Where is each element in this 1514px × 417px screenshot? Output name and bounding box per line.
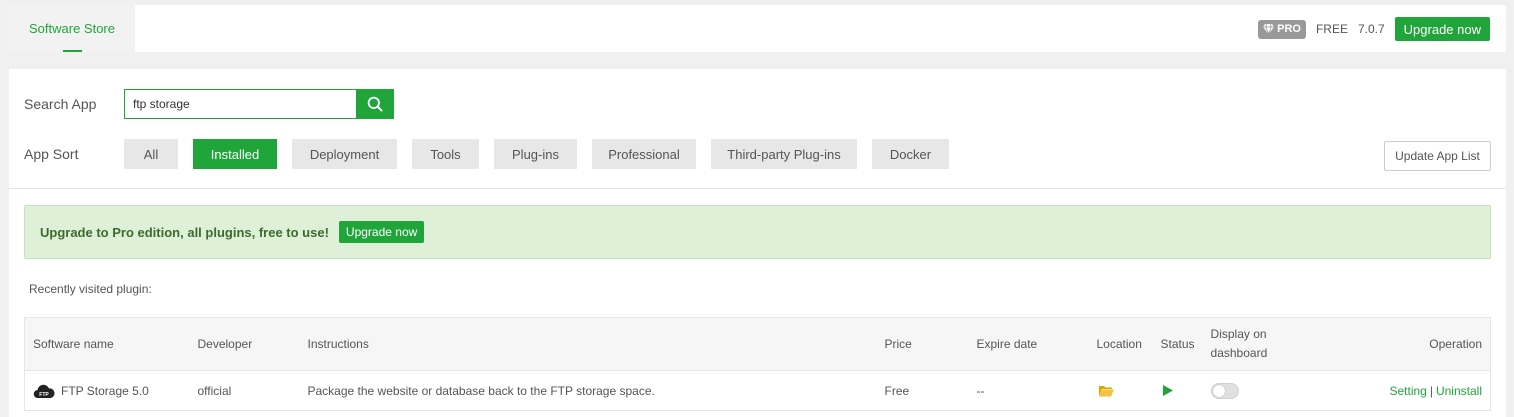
operation-separator: | <box>1429 383 1433 398</box>
table-row: FTP FTP Storage 5.0 official Package the… <box>24 370 1491 411</box>
search-box <box>124 89 394 119</box>
sort-plug-ins[interactable]: Plug-ins <box>494 139 577 169</box>
version-label: 7.0.7 <box>1357 22 1385 36</box>
setting-link[interactable]: Setting <box>1389 384 1426 398</box>
app-sort-label: App Sort <box>24 146 79 162</box>
top-bar: Software Store PRO FREE 7.0.7 Upgrade no… <box>9 5 1506 52</box>
col-instructions: Instructions <box>299 317 877 371</box>
operation-cell: Setting | Uninstall <box>1322 370 1491 411</box>
play-icon <box>1162 385 1173 396</box>
tab-software-store[interactable]: Software Store <box>9 5 135 52</box>
software-name: FTP Storage 5.0 <box>61 383 149 398</box>
instructions-cell: Package the website or database back to … <box>299 370 877 411</box>
dashboard-cell <box>1202 370 1323 411</box>
ftp-icon-text: FTP <box>39 392 49 398</box>
developer-cell: official <box>189 370 300 411</box>
software-name-cell: FTP FTP Storage 5.0 <box>24 370 190 411</box>
sort-all[interactable]: All <box>124 139 178 169</box>
main-panel: Search App App Sort All Installed Deploy… <box>9 69 1506 417</box>
ftp-cloud-icon: FTP <box>33 384 55 398</box>
uninstall-link[interactable]: Uninstall <box>1436 384 1482 398</box>
edition-info: PRO FREE 7.0.7 Upgrade now <box>1258 17 1490 41</box>
search-app-label: Search App <box>24 96 97 112</box>
col-expire-date[interactable]: Expire date <box>968 317 1089 371</box>
sort-professional[interactable]: Professional <box>592 139 696 169</box>
price-cell: Free <box>876 370 969 411</box>
col-status: Status <box>1152 317 1203 371</box>
divider <box>9 188 1506 189</box>
folder-icon[interactable] <box>1098 385 1114 397</box>
sort-deployment[interactable]: Deployment <box>292 139 397 169</box>
col-location: Location <box>1088 317 1153 371</box>
promo-upgrade-button[interactable]: Upgrade now <box>338 221 425 243</box>
expire-date-cell: -- <box>968 370 1089 411</box>
location-cell <box>1088 370 1153 411</box>
dashboard-toggle[interactable] <box>1210 382 1239 399</box>
software-table: Software name Developer Instructions Pri… <box>24 317 1491 411</box>
update-app-list-button[interactable]: Update App List <box>1384 141 1491 171</box>
diamond-icon <box>1263 24 1275 34</box>
col-display-on-dashboard: Display on dashboard <box>1202 317 1323 371</box>
table-header-row: Software name Developer Instructions Pri… <box>24 317 1491 371</box>
edition-label: FREE <box>1315 22 1348 36</box>
sort-installed[interactable]: Installed <box>193 139 277 169</box>
sort-tools[interactable]: Tools <box>412 139 479 169</box>
status-cell <box>1152 370 1203 411</box>
search-icon <box>367 96 383 112</box>
search-button[interactable] <box>356 89 394 119</box>
search-input[interactable] <box>124 89 356 119</box>
promo-text: Upgrade to Pro edition, all plugins, fre… <box>40 224 329 240</box>
col-dashboard-line2: dashboard <box>1210 346 1268 360</box>
upgrade-promo-banner: Upgrade to Pro edition, all plugins, fre… <box>24 205 1491 259</box>
col-dashboard-line1: Display on <box>1210 327 1267 341</box>
sort-docker[interactable]: Docker <box>872 139 949 169</box>
col-developer: Developer <box>189 317 300 371</box>
pro-badge-label: PRO <box>1277 23 1301 35</box>
col-operation: Operation <box>1322 317 1491 371</box>
pro-badge: PRO <box>1258 19 1306 39</box>
col-software-name[interactable]: Software name <box>24 317 190 371</box>
upgrade-now-button[interactable]: Upgrade now <box>1394 17 1490 41</box>
sort-third-party-plug-ins[interactable]: Third-party Plug-ins <box>711 139 857 169</box>
col-price[interactable]: Price <box>876 317 969 371</box>
recently-visited-label: Recently visited plugin: <box>29 282 152 296</box>
